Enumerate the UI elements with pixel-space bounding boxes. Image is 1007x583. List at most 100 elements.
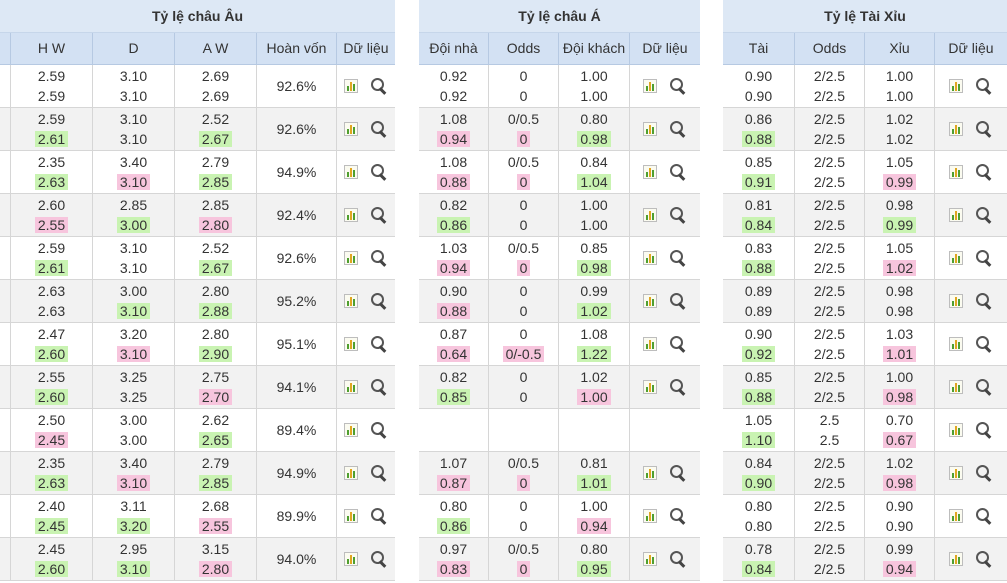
odds-value: 2/2.5 (813, 68, 846, 84)
bar-chart-icon[interactable] (949, 294, 963, 308)
magnifier-icon[interactable] (669, 464, 687, 482)
away-team-odds-current (559, 431, 629, 449)
under-odds: 1.02 0.98 (865, 452, 935, 494)
magnifier-icon[interactable] (370, 335, 388, 353)
bar-chart-icon[interactable] (949, 552, 963, 566)
magnifier-icon[interactable] (370, 206, 388, 224)
bar-chart-icon[interactable] (344, 208, 358, 222)
bar-chart-icon[interactable] (949, 337, 963, 351)
bar-chart-icon[interactable] (344, 466, 358, 480)
bar-chart-icon[interactable] (949, 251, 963, 265)
magnifier-icon[interactable] (975, 163, 993, 181)
bar-chart-icon[interactable] (643, 208, 657, 222)
bar-chart-icon[interactable] (344, 337, 358, 351)
magnifier-icon[interactable] (669, 507, 687, 525)
bar-chart-icon[interactable] (344, 122, 358, 136)
table-row: 0.86 0.88 2/2.5 2/2.5 1.02 1.02 (723, 108, 1007, 151)
odds-value: 2.79 (201, 455, 230, 471)
odds-value: 0/0.5 (507, 455, 540, 471)
magnifier-icon[interactable] (669, 292, 687, 310)
magnifier-icon[interactable] (370, 163, 388, 181)
bar-chart-icon[interactable] (949, 79, 963, 93)
bar-chart-icon[interactable] (344, 165, 358, 179)
bar-chart-icon[interactable] (344, 79, 358, 93)
magnifier-icon[interactable] (975, 120, 993, 138)
magnifier-icon[interactable] (669, 206, 687, 224)
magnifier-icon[interactable] (370, 464, 388, 482)
away-win-odds: 2.79 2.85 (175, 151, 257, 193)
magnifier-icon[interactable] (669, 335, 687, 353)
odds-value: 3.10 (119, 240, 148, 256)
bar-chart-icon[interactable] (643, 466, 657, 480)
bar-chart-icon[interactable] (344, 251, 358, 265)
magnifier-icon[interactable] (669, 249, 687, 267)
magnifier-icon[interactable] (975, 507, 993, 525)
bar-chart-icon[interactable] (949, 208, 963, 222)
bar-chart-icon[interactable] (344, 423, 358, 437)
magnifier-icon[interactable] (975, 421, 993, 439)
odds-value: 2.67 (198, 260, 233, 276)
magnifier-icon[interactable] (975, 206, 993, 224)
magnifier-icon[interactable] (975, 249, 993, 267)
magnifier-icon[interactable] (370, 120, 388, 138)
bar-chart-icon[interactable] (643, 165, 657, 179)
magnifier-icon[interactable] (669, 163, 687, 181)
home-team-odds: 1.03 0.94 (419, 237, 489, 279)
magnifier-icon[interactable] (669, 77, 687, 95)
odds-value: 1.04 (577, 174, 611, 190)
magnifier-icon[interactable] (669, 378, 687, 396)
magnifier-icon[interactable] (975, 292, 993, 310)
magnifier-icon[interactable] (975, 77, 993, 95)
magnifier-icon[interactable] (669, 120, 687, 138)
bar-chart-icon[interactable] (643, 294, 657, 308)
bar-chart-icon[interactable] (949, 165, 963, 179)
home-win-odds-opening: 2.55 (11, 368, 92, 386)
magnifier-icon[interactable] (370, 378, 388, 396)
table-row: 0.90 0.90 2/2.5 2/2.5 1.00 1.00 (723, 65, 1007, 108)
magnifier-icon[interactable] (370, 249, 388, 267)
bar-chart-icon[interactable] (643, 79, 657, 93)
magnifier-icon[interactable] (975, 464, 993, 482)
home-team-odds-current: 0.87 (419, 474, 488, 492)
bar-chart-icon[interactable] (949, 509, 963, 523)
odds-value: 2.45 (34, 432, 69, 448)
bar-chart-icon[interactable] (344, 509, 358, 523)
odds-value: 0.99 (885, 541, 914, 557)
magnifier-icon[interactable] (370, 292, 388, 310)
bar-chart-icon[interactable] (949, 380, 963, 394)
away-team-odds-current: 0.94 (559, 517, 629, 535)
bar-chart-icon[interactable] (344, 552, 358, 566)
odds-value: 0.80 (580, 541, 608, 557)
magnifier-icon[interactable] (370, 550, 388, 568)
odds-value: 0.87 (436, 475, 471, 491)
bar-chart-icon[interactable] (643, 380, 657, 394)
bar-chart-icon[interactable] (643, 552, 657, 566)
under-odds-current: 1.02 (865, 259, 934, 277)
over-odds-opening: 1.05 (723, 411, 794, 429)
bar-chart-icon[interactable] (949, 423, 963, 437)
magnifier-icon[interactable] (975, 378, 993, 396)
bar-chart-icon[interactable] (643, 509, 657, 523)
magnifier-icon[interactable] (975, 335, 993, 353)
magnifier-icon[interactable] (370, 77, 388, 95)
magnifier-icon[interactable] (975, 550, 993, 568)
handicap-line-opening: 0/0.5 (489, 239, 558, 257)
home-win-odds-opening: 2.50 (11, 411, 92, 429)
data-icons (337, 65, 395, 107)
bar-chart-icon[interactable] (344, 294, 358, 308)
bar-chart-icon[interactable] (949, 122, 963, 136)
odds-value: 1.02 (885, 455, 914, 471)
total-line-opening: 2/2.5 (795, 282, 864, 300)
magnifier-icon[interactable] (370, 507, 388, 525)
bar-chart-icon[interactable] (344, 380, 358, 394)
magnifier-icon[interactable] (669, 550, 687, 568)
bar-chart-icon[interactable] (949, 466, 963, 480)
bar-chart-icon[interactable] (643, 251, 657, 265)
bar-chart-icon[interactable] (643, 122, 657, 136)
bar-chart-icon[interactable] (643, 337, 657, 351)
row-spacer (0, 538, 11, 580)
magnifier-icon[interactable] (370, 421, 388, 439)
odds-value: 0.99 (580, 283, 608, 299)
odds-value: 2/2.5 (813, 326, 846, 342)
odds-value: 0 (519, 389, 528, 405)
